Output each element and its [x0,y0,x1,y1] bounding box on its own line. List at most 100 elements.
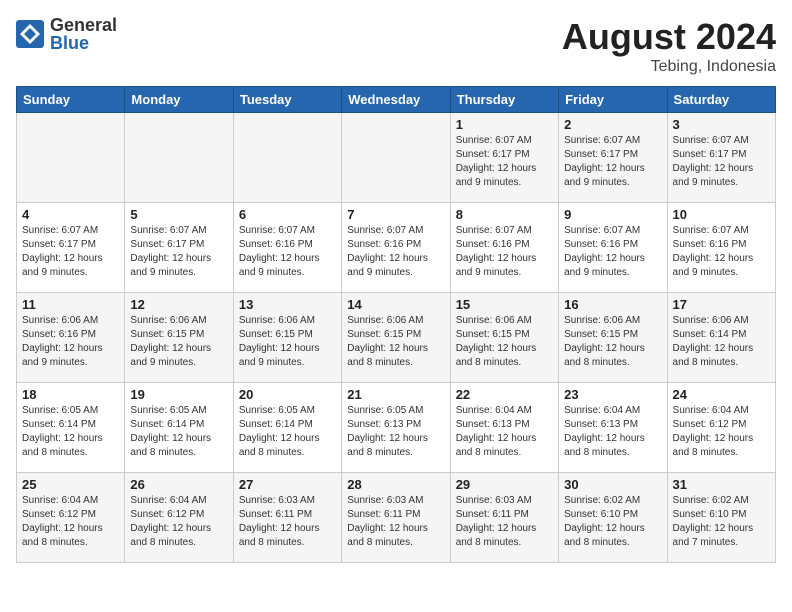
day-number: 12 [130,297,227,312]
col-sunday: Sunday [17,87,125,113]
day-number: 2 [564,117,661,132]
col-monday: Monday [125,87,233,113]
day-info: Sunrise: 6:07 AM Sunset: 6:17 PM Dayligh… [673,134,770,190]
day-info: Sunrise: 6:06 AM Sunset: 6:15 PM Dayligh… [456,314,553,370]
day-number: 25 [22,477,119,492]
calendar-week-row: 1 Sunrise: 6:07 AM Sunset: 6:17 PM Daylig… [17,113,776,203]
table-row: 12 Sunrise: 6:06 AM Sunset: 6:15 PM Dayli… [125,293,233,383]
day-number: 27 [239,477,336,492]
table-row: 4Sunrise: 6:07 AM Sunset: 6:17 PM Daylig… [17,203,125,293]
day-number: 8 [456,207,553,222]
day-info: Sunrise: 6:06 AM Sunset: 6:15 PM Dayligh… [239,314,336,370]
col-saturday: Saturday [667,87,775,113]
table-row: 22 Sunrise: 6:04 AM Sunset: 6:13 PM Dayli… [450,383,558,473]
day-info: Sunrise: 6:06 AM Sunset: 6:15 PM Dayligh… [564,314,661,370]
col-tuesday: Tuesday [233,87,341,113]
table-row: 25 Sunrise: 6:04 AM Sunset: 6:12 PM Dayli… [17,473,125,563]
day-number: 6 [239,207,336,222]
table-row: 21 Sunrise: 6:05 AM Sunset: 6:13 PM Dayli… [342,383,450,473]
table-row: 13 Sunrise: 6:06 AM Sunset: 6:15 PM Dayli… [233,293,341,383]
day-number: 18 [22,387,119,402]
day-number: 4 [22,207,119,222]
day-info: Sunrise: 6:02 AM Sunset: 6:10 PM Dayligh… [564,494,661,550]
table-row: 10 Sunrise: 6:07 AM Sunset: 6:16 PM Dayli… [667,203,775,293]
day-number: 24 [673,387,770,402]
col-wednesday: Wednesday [342,87,450,113]
day-info: Sunrise: 6:07 AM Sunset: 6:17 PM Dayligh… [564,134,661,190]
day-info: Sunrise: 6:03 AM Sunset: 6:11 PM Dayligh… [347,494,444,550]
day-info: Sunrise: 6:04 AM Sunset: 6:12 PM Dayligh… [673,404,770,460]
day-number: 9 [564,207,661,222]
table-row: 8 Sunrise: 6:07 AM Sunset: 6:16 PM Daylig… [450,203,558,293]
table-row [17,113,125,203]
calendar-header-row: Sunday Monday Tuesday Wednesday Thursday… [17,87,776,113]
day-info: Sunrise: 6:05 AM Sunset: 6:13 PM Dayligh… [347,404,444,460]
page-header: General Blue August 2024 Tebing, Indones… [16,16,776,76]
table-row: 30 Sunrise: 6:02 AM Sunset: 6:10 PM Dayli… [559,473,667,563]
day-info: Sunrise: 6:07 AM Sunset: 6:16 PM Dayligh… [564,224,661,280]
calendar-week-row: 4Sunrise: 6:07 AM Sunset: 6:17 PM Daylig… [17,203,776,293]
table-row: 3Sunrise: 6:07 AM Sunset: 6:17 PM Daylig… [667,113,775,203]
day-info: Sunrise: 6:07 AM Sunset: 6:16 PM Dayligh… [673,224,770,280]
table-row: 18Sunrise: 6:05 AM Sunset: 6:14 PM Dayli… [17,383,125,473]
table-row: 16 Sunrise: 6:06 AM Sunset: 6:15 PM Dayli… [559,293,667,383]
day-number: 28 [347,477,444,492]
day-info: Sunrise: 6:07 AM Sunset: 6:16 PM Dayligh… [347,224,444,280]
table-row: 20Sunrise: 6:05 AM Sunset: 6:14 PM Dayli… [233,383,341,473]
day-info: Sunrise: 6:06 AM Sunset: 6:14 PM Dayligh… [673,314,770,370]
day-number: 26 [130,477,227,492]
table-row: 29 Sunrise: 6:03 AM Sunset: 6:11 PM Dayli… [450,473,558,563]
logo-icon [16,20,44,48]
table-row: 7 Sunrise: 6:07 AM Sunset: 6:16 PM Daylig… [342,203,450,293]
page-subtitle: Tebing, Indonesia [562,58,776,76]
day-info: Sunrise: 6:03 AM Sunset: 6:11 PM Dayligh… [456,494,553,550]
day-number: 22 [456,387,553,402]
table-row: 14Sunrise: 6:06 AM Sunset: 6:15 PM Dayli… [342,293,450,383]
day-number: 13 [239,297,336,312]
table-row: 15 Sunrise: 6:06 AM Sunset: 6:15 PM Dayli… [450,293,558,383]
day-info: Sunrise: 6:02 AM Sunset: 6:10 PM Dayligh… [673,494,770,550]
day-info: Sunrise: 6:03 AM Sunset: 6:11 PM Dayligh… [239,494,336,550]
logo: General Blue [16,16,117,52]
day-number: 7 [347,207,444,222]
col-thursday: Thursday [450,87,558,113]
table-row: 6 Sunrise: 6:07 AM Sunset: 6:16 PM Daylig… [233,203,341,293]
day-number: 23 [564,387,661,402]
table-row [233,113,341,203]
day-info: Sunrise: 6:07 AM Sunset: 6:16 PM Dayligh… [239,224,336,280]
page-title: August 2024 [562,16,776,58]
day-number: 11 [22,297,119,312]
day-info: Sunrise: 6:05 AM Sunset: 6:14 PM Dayligh… [130,404,227,460]
table-row [125,113,233,203]
day-number: 15 [456,297,553,312]
table-row: 5Sunrise: 6:07 AM Sunset: 6:17 PM Daylig… [125,203,233,293]
calendar-week-row: 18 Sunrise: 6:05 AM Sunset: 6:14 PM Dayli… [17,383,776,473]
table-row: 27 Sunrise: 6:03 AM Sunset: 6:11 PM Dayli… [233,473,341,563]
calendar-week-row: 11Sunrise: 6:06 AM Sunset: 6:16 PM Dayli… [17,293,776,383]
day-number: 16 [564,297,661,312]
day-number: 31 [673,477,770,492]
table-row: 9 Sunrise: 6:07 AM Sunset: 6:16 PM Daylig… [559,203,667,293]
day-number: 29 [456,477,553,492]
table-row: 2 Sunrise: 6:07 AM Sunset: 6:17 PM Daylig… [559,113,667,203]
day-number: 17 [673,297,770,312]
calendar-table: Sunday Monday Tuesday Wednesday Thursday… [16,86,776,563]
day-info: Sunrise: 6:06 AM Sunset: 6:15 PM Dayligh… [130,314,227,370]
day-info: Sunrise: 6:04 AM Sunset: 6:12 PM Dayligh… [22,494,119,550]
day-info: Sunrise: 6:07 AM Sunset: 6:16 PM Dayligh… [456,224,553,280]
table-row: 28 Sunrise: 6:03 AM Sunset: 6:11 PM Dayli… [342,473,450,563]
calendar-week-row: 25 Sunrise: 6:04 AM Sunset: 6:12 PM Dayli… [17,473,776,563]
day-number: 10 [673,207,770,222]
day-number: 1 [456,117,553,132]
table-row: 17 Sunrise: 6:06 AM Sunset: 6:14 PM Dayli… [667,293,775,383]
day-info: Sunrise: 6:04 AM Sunset: 6:13 PM Dayligh… [564,404,661,460]
day-number: 30 [564,477,661,492]
day-number: 21 [347,387,444,402]
table-row: 11Sunrise: 6:06 AM Sunset: 6:16 PM Dayli… [17,293,125,383]
day-info: Sunrise: 6:04 AM Sunset: 6:13 PM Dayligh… [456,404,553,460]
logo-text: General Blue [50,16,117,52]
day-info: Sunrise: 6:07 AM Sunset: 6:17 PM Dayligh… [456,134,553,190]
day-number: 19 [130,387,227,402]
table-row [342,113,450,203]
logo-blue: Blue [50,34,117,52]
